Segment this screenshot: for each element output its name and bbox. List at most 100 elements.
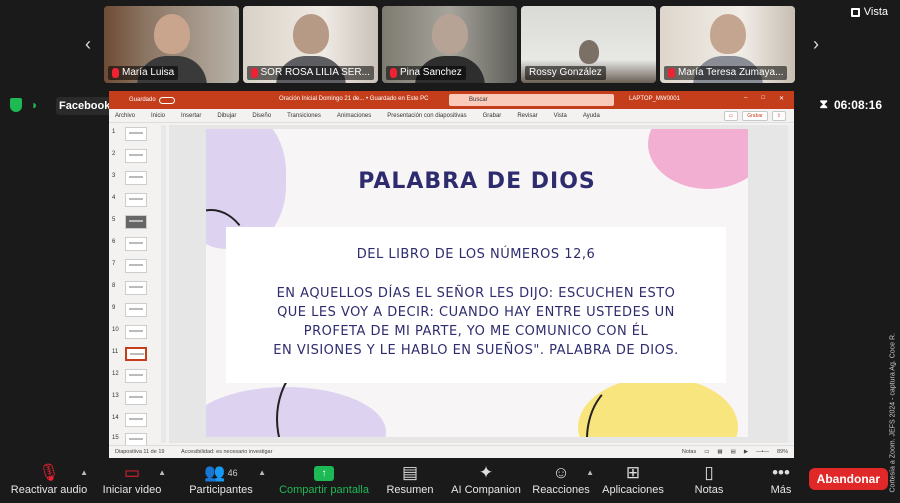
tab-presentacion[interactable]: Presentación con diapositivas: [387, 113, 466, 119]
slide-thumbnail[interactable]: 13: [109, 389, 159, 409]
toggle-switch-icon: [158, 96, 175, 104]
chevron-up-icon[interactable]: ▲: [586, 468, 594, 477]
ppt-status-bar: Diapositiva 11 de 19 Accesibilidad: es n…: [109, 445, 794, 458]
video-off-icon: ▭: [123, 463, 141, 482]
slide-thumbnail[interactable]: 14: [109, 411, 159, 431]
view-controls: Notas ▭ ▦ ▤ ▶ —•— 89%: [682, 449, 788, 455]
tab-diseno[interactable]: Diseño: [252, 113, 271, 119]
slide-title: PALABRA DE DIOS: [358, 169, 596, 194]
autosave-toggle[interactable]: Guardado: [129, 96, 175, 104]
slide-thumbnail[interactable]: 9: [109, 301, 159, 321]
slide-subtitle: DEL LIBRO DE LOS NÚMEROS 12,6: [356, 247, 596, 262]
participant-name: SOR ROSA LILIA SER...: [247, 66, 374, 80]
tab-dibujar[interactable]: Dibujar: [217, 113, 236, 119]
record-button[interactable]: Grabar: [742, 111, 768, 121]
apps-icon: ⊞: [625, 463, 641, 482]
view-button[interactable]: Vista: [850, 6, 888, 18]
leave-meeting-button[interactable]: Abandonar: [808, 468, 888, 490]
slide-counter: Diapositiva 11 de 19: [115, 449, 165, 455]
participant-tile[interactable]: Rossy González: [521, 6, 656, 83]
slide-thumbnail[interactable]: 4: [109, 191, 159, 211]
editor-scrollbar[interactable]: [788, 125, 794, 443]
sorter-view-icon[interactable]: ▦: [717, 449, 722, 455]
accessibility-status[interactable]: Accesibilidad: es necesario investigar: [181, 449, 272, 455]
chevron-up-icon[interactable]: ▲: [80, 468, 88, 477]
watermark: Cortesía a Zoom. JEFS 2024 - captura Ag.…: [889, 332, 897, 493]
participants-icon: 👥 46: [204, 463, 238, 482]
participant-tile[interactable]: SOR ROSA LILIA SER...: [243, 6, 378, 83]
tab-grabar[interactable]: Grabar: [483, 113, 502, 119]
share-screen-button[interactable]: ↑ Compartir pantalla: [278, 462, 370, 496]
participant-name: Rossy González: [525, 66, 606, 80]
participant-tile[interactable]: Pina Sanchez: [382, 6, 517, 83]
thumbnail-scrollbar[interactable]: [161, 125, 166, 443]
start-video-button[interactable]: ▭ Iniciar video ▲: [100, 462, 166, 496]
mic-muted-icon: [668, 68, 675, 78]
security-shield-icon[interactable]: [10, 98, 22, 112]
participants-button[interactable]: 👥 46 Participantes ▲: [186, 462, 266, 496]
tab-insertar[interactable]: Insertar: [181, 113, 201, 119]
slide-canvas[interactable]: PALABRA DE DIOS DEL LIBRO DE LOS NÚMEROS…: [206, 129, 748, 437]
tab-ayuda[interactable]: Ayuda: [583, 113, 600, 119]
slide-text-box: DEL LIBRO DE LOS NÚMEROS 12,6 EN AQUELLO…: [226, 227, 726, 383]
zoom-slider[interactable]: —•—: [756, 449, 769, 455]
tab-archivo[interactable]: Archivo: [115, 113, 135, 119]
emoji-icon: ☺: [552, 463, 570, 482]
gallery-prev-arrow-icon[interactable]: ‹: [80, 34, 96, 54]
chevron-up-icon[interactable]: ▲: [258, 468, 266, 477]
more-button[interactable]: ••• Más: [766, 462, 796, 496]
slide-editor: PALABRA DE DIOS DEL LIBRO DE LOS NÚMEROS…: [169, 125, 789, 443]
slide-thumbnail[interactable]: 5: [109, 213, 159, 233]
share-icon[interactable]: ⇪: [771, 111, 786, 121]
minimize-icon[interactable]: –: [744, 95, 747, 102]
zoom-level[interactable]: 89%: [777, 449, 788, 455]
share-screen-icon: ↑: [278, 462, 370, 484]
notes-button[interactable]: Notas: [682, 449, 696, 455]
slide-thumbnail[interactable]: 8: [109, 279, 159, 299]
meeting-controls: 🎙 Reactivar audio ▲ ▭ Iniciar video ▲ 👥 4…: [0, 458, 900, 503]
tab-vista[interactable]: Vista: [554, 113, 567, 119]
body-line: PROFETA DE MI PARTE, YO ME COMUNICO CON …: [303, 324, 649, 339]
slide-thumbnail-panel: 1 2 3 4 5 6 7 8 9 10 11 12 13 14 15: [109, 125, 159, 447]
slide-thumbnail[interactable]: 7: [109, 257, 159, 277]
normal-view-icon[interactable]: ▭: [704, 449, 709, 455]
reactions-button[interactable]: ☺ Reacciones ▲: [532, 462, 594, 496]
participant-tile[interactable]: María Teresa Zumaya...: [660, 6, 795, 83]
participant-name: María Luisa: [108, 66, 179, 80]
unmute-audio-button[interactable]: 🎙 Reactivar audio ▲: [10, 462, 88, 496]
close-icon[interactable]: ✕: [779, 95, 784, 102]
slide-thumbnail[interactable]: 10: [109, 323, 159, 343]
gallery-next-arrow-icon[interactable]: ›: [808, 34, 824, 54]
tab-revisar[interactable]: Revisar: [517, 113, 537, 119]
summary-button[interactable]: ▤ Resumen: [386, 462, 434, 496]
slide-thumbnail[interactable]: 2: [109, 147, 159, 167]
slide-thumbnail[interactable]: 12: [109, 367, 159, 387]
search-box[interactable]: Buscar: [449, 94, 614, 106]
mic-muted-icon: [390, 68, 397, 78]
mic-muted-icon: [251, 68, 258, 78]
document-title: Oración Inicial Domingo 21 de... • Guard…: [279, 96, 429, 102]
video-gallery: ‹ María Luisa SOR ROSA LILIA SER... Pina…: [0, 0, 900, 90]
window-controls: – □ ✕: [744, 95, 784, 102]
notes-button[interactable]: ▯ Notas: [692, 462, 726, 496]
tab-transiciones[interactable]: Transiciones: [287, 113, 321, 119]
connection-signal-icon[interactable]: ◗: [31, 98, 45, 112]
maximize-icon[interactable]: □: [761, 95, 765, 102]
tab-animaciones[interactable]: Animaciones: [337, 113, 371, 119]
participants-count: 46: [227, 468, 238, 478]
chevron-up-icon[interactable]: ▲: [158, 468, 166, 477]
slide-thumbnail[interactable]: 3: [109, 169, 159, 189]
reading-view-icon[interactable]: ▤: [731, 449, 736, 455]
ai-companion-button[interactable]: ✦ AI Companion: [450, 462, 522, 496]
account-label[interactable]: LAPTOP_MW0001: [629, 96, 680, 102]
tab-inicio[interactable]: Inicio: [151, 113, 165, 119]
comments-icon[interactable]: ▭: [723, 111, 739, 121]
body-line: EN VISIONES Y LE HABLO EN SUEÑOS". PALAB…: [273, 343, 679, 358]
apps-button[interactable]: ⊞ Aplicaciones: [602, 462, 664, 496]
slide-thumbnail[interactable]: 1: [109, 125, 159, 145]
slide-thumbnail-active[interactable]: 11: [109, 345, 159, 365]
slideshow-icon[interactable]: ▶: [744, 449, 748, 455]
ppt-title-bar: Guardado Oración Inicial Domingo 21 de..…: [109, 91, 794, 109]
participant-tile[interactable]: María Luisa: [104, 6, 239, 83]
slide-thumbnail[interactable]: 6: [109, 235, 159, 255]
